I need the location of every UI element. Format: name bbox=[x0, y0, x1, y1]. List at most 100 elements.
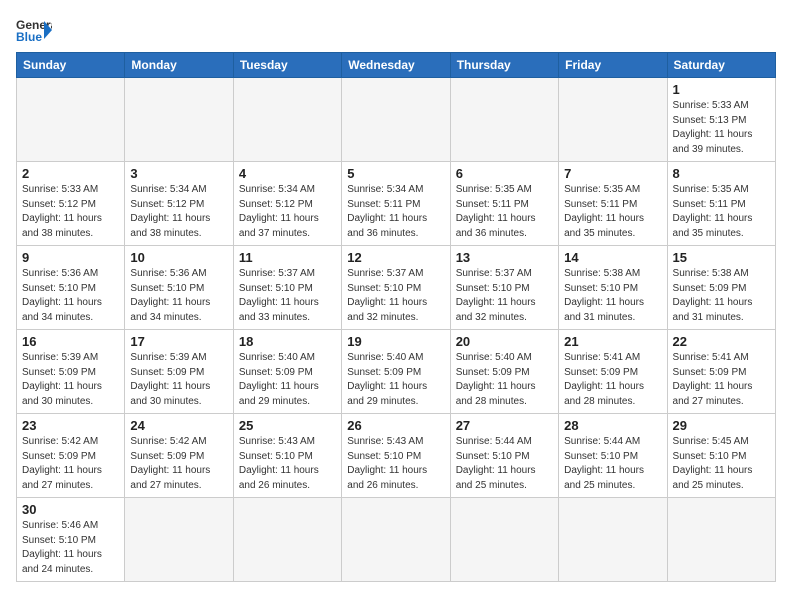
week-row-1: 2 Sunrise: 5:33 AMSunset: 5:12 PMDaylight… bbox=[17, 162, 776, 246]
calendar-cell: 11 Sunrise: 5:37 AMSunset: 5:10 PMDayligh… bbox=[233, 246, 341, 330]
day-info: Sunrise: 5:41 AMSunset: 5:09 PMDaylight:… bbox=[564, 351, 661, 409]
day-number: 3 bbox=[130, 166, 227, 181]
day-info: Sunrise: 5:39 AMSunset: 5:09 PMDaylight:… bbox=[22, 351, 119, 409]
day-info: Sunrise: 5:33 AMSunset: 5:13 PMDaylight:… bbox=[673, 99, 770, 157]
calendar-cell: 1 Sunrise: 5:33 AMSunset: 5:13 PMDaylight… bbox=[667, 78, 775, 162]
day-info: Sunrise: 5:36 AMSunset: 5:10 PMDaylight:… bbox=[22, 267, 119, 325]
calendar-cell: 29 Sunrise: 5:45 AMSunset: 5:10 PMDayligh… bbox=[667, 414, 775, 498]
week-row-5: 30 Sunrise: 5:46 AMSunset: 5:10 PMDayligh… bbox=[17, 498, 776, 582]
day-info: Sunrise: 5:38 AMSunset: 5:09 PMDaylight:… bbox=[673, 267, 770, 325]
calendar-cell: 23 Sunrise: 5:42 AMSunset: 5:09 PMDayligh… bbox=[17, 414, 125, 498]
day-number: 12 bbox=[347, 250, 444, 265]
weekday-header-row: SundayMondayTuesdayWednesdayThursdayFrid… bbox=[17, 53, 776, 78]
calendar-cell: 2 Sunrise: 5:33 AMSunset: 5:12 PMDaylight… bbox=[17, 162, 125, 246]
day-info: Sunrise: 5:37 AMSunset: 5:10 PMDaylight:… bbox=[456, 267, 553, 325]
calendar-cell bbox=[233, 78, 341, 162]
calendar-cell bbox=[559, 78, 667, 162]
calendar-cell: 28 Sunrise: 5:44 AMSunset: 5:10 PMDayligh… bbox=[559, 414, 667, 498]
day-info: Sunrise: 5:46 AMSunset: 5:10 PMDaylight:… bbox=[22, 519, 119, 577]
calendar-cell: 25 Sunrise: 5:43 AMSunset: 5:10 PMDayligh… bbox=[233, 414, 341, 498]
calendar-cell: 5Sunrise: 5:34 AMSunset: 5:11 PMDaylight… bbox=[342, 162, 450, 246]
calendar-cell: 20 Sunrise: 5:40 AMSunset: 5:09 PMDayligh… bbox=[450, 330, 558, 414]
day-info: Sunrise: 5:42 AMSunset: 5:09 PMDaylight:… bbox=[130, 435, 227, 493]
week-row-2: 9 Sunrise: 5:36 AMSunset: 5:10 PMDaylight… bbox=[17, 246, 776, 330]
page-header: General Blue bbox=[16, 16, 776, 44]
day-info: Sunrise: 5:43 AMSunset: 5:10 PMDaylight:… bbox=[347, 435, 444, 493]
calendar-cell: 8 Sunrise: 5:35 AMSunset: 5:11 PMDaylight… bbox=[667, 162, 775, 246]
day-number: 14 bbox=[564, 250, 661, 265]
weekday-wednesday: Wednesday bbox=[342, 53, 450, 78]
day-number: 27 bbox=[456, 418, 553, 433]
day-number: 11 bbox=[239, 250, 336, 265]
day-number: 1 bbox=[673, 82, 770, 97]
calendar-cell: 15 Sunrise: 5:38 AMSunset: 5:09 PMDayligh… bbox=[667, 246, 775, 330]
day-number: 4 bbox=[239, 166, 336, 181]
day-number: 13 bbox=[456, 250, 553, 265]
day-number: 5 bbox=[347, 166, 444, 181]
day-number: 29 bbox=[673, 418, 770, 433]
day-number: 25 bbox=[239, 418, 336, 433]
day-info: Sunrise: 5:34 AMSunset: 5:12 PMDaylight:… bbox=[239, 183, 336, 241]
svg-text:Blue: Blue bbox=[16, 30, 42, 44]
day-number: 20 bbox=[456, 334, 553, 349]
day-number: 2 bbox=[22, 166, 119, 181]
day-number: 30 bbox=[22, 502, 119, 517]
day-info: Sunrise: 5:44 AMSunset: 5:10 PMDaylight:… bbox=[564, 435, 661, 493]
calendar-cell: 22 Sunrise: 5:41 AMSunset: 5:09 PMDayligh… bbox=[667, 330, 775, 414]
day-number: 10 bbox=[130, 250, 227, 265]
day-info: Sunrise: 5:42 AMSunset: 5:09 PMDaylight:… bbox=[22, 435, 119, 493]
day-info: Sunrise: 5:40 AMSunset: 5:09 PMDaylight:… bbox=[456, 351, 553, 409]
calendar-cell bbox=[233, 498, 341, 582]
day-number: 22 bbox=[673, 334, 770, 349]
day-info: Sunrise: 5:37 AMSunset: 5:10 PMDaylight:… bbox=[347, 267, 444, 325]
week-row-0: 1 Sunrise: 5:33 AMSunset: 5:13 PMDaylight… bbox=[17, 78, 776, 162]
calendar-cell: 21Sunrise: 5:41 AMSunset: 5:09 PMDayligh… bbox=[559, 330, 667, 414]
logo: General Blue bbox=[16, 16, 52, 44]
calendar-cell: 7Sunrise: 5:35 AMSunset: 5:11 PMDaylight… bbox=[559, 162, 667, 246]
day-info: Sunrise: 5:44 AMSunset: 5:10 PMDaylight:… bbox=[456, 435, 553, 493]
calendar-cell: 10 Sunrise: 5:36 AMSunset: 5:10 PMDayligh… bbox=[125, 246, 233, 330]
week-row-4: 23 Sunrise: 5:42 AMSunset: 5:09 PMDayligh… bbox=[17, 414, 776, 498]
weekday-friday: Friday bbox=[559, 53, 667, 78]
day-number: 15 bbox=[673, 250, 770, 265]
day-info: Sunrise: 5:40 AMSunset: 5:09 PMDaylight:… bbox=[239, 351, 336, 409]
day-number: 23 bbox=[22, 418, 119, 433]
calendar-cell: 4 Sunrise: 5:34 AMSunset: 5:12 PMDaylight… bbox=[233, 162, 341, 246]
calendar-cell bbox=[559, 498, 667, 582]
weekday-saturday: Saturday bbox=[667, 53, 775, 78]
day-info: Sunrise: 5:35 AMSunset: 5:11 PMDaylight:… bbox=[564, 183, 661, 241]
calendar-cell: 17 Sunrise: 5:39 AMSunset: 5:09 PMDayligh… bbox=[125, 330, 233, 414]
day-info: Sunrise: 5:37 AMSunset: 5:10 PMDaylight:… bbox=[239, 267, 336, 325]
day-number: 26 bbox=[347, 418, 444, 433]
day-number: 18 bbox=[239, 334, 336, 349]
calendar-cell: 9 Sunrise: 5:36 AMSunset: 5:10 PMDaylight… bbox=[17, 246, 125, 330]
weekday-thursday: Thursday bbox=[450, 53, 558, 78]
day-info: Sunrise: 5:33 AMSunset: 5:12 PMDaylight:… bbox=[22, 183, 119, 241]
calendar-cell: 27 Sunrise: 5:44 AMSunset: 5:10 PMDayligh… bbox=[450, 414, 558, 498]
day-info: Sunrise: 5:36 AMSunset: 5:10 PMDaylight:… bbox=[130, 267, 227, 325]
calendar-cell bbox=[450, 78, 558, 162]
day-info: Sunrise: 5:35 AMSunset: 5:11 PMDaylight:… bbox=[456, 183, 553, 241]
calendar-cell: 26 Sunrise: 5:43 AMSunset: 5:10 PMDayligh… bbox=[342, 414, 450, 498]
day-info: Sunrise: 5:41 AMSunset: 5:09 PMDaylight:… bbox=[673, 351, 770, 409]
calendar-cell bbox=[342, 78, 450, 162]
calendar-cell: 16 Sunrise: 5:39 AMSunset: 5:09 PMDayligh… bbox=[17, 330, 125, 414]
day-info: Sunrise: 5:45 AMSunset: 5:10 PMDaylight:… bbox=[673, 435, 770, 493]
day-number: 8 bbox=[673, 166, 770, 181]
calendar-cell: 6 Sunrise: 5:35 AMSunset: 5:11 PMDaylight… bbox=[450, 162, 558, 246]
calendar-cell: 18 Sunrise: 5:40 AMSunset: 5:09 PMDayligh… bbox=[233, 330, 341, 414]
calendar-cell: 12 Sunrise: 5:37 AMSunset: 5:10 PMDayligh… bbox=[342, 246, 450, 330]
day-info: Sunrise: 5:35 AMSunset: 5:11 PMDaylight:… bbox=[673, 183, 770, 241]
day-info: Sunrise: 5:43 AMSunset: 5:10 PMDaylight:… bbox=[239, 435, 336, 493]
calendar-cell: 30 Sunrise: 5:46 AMSunset: 5:10 PMDayligh… bbox=[17, 498, 125, 582]
day-number: 28 bbox=[564, 418, 661, 433]
day-info: Sunrise: 5:39 AMSunset: 5:09 PMDaylight:… bbox=[130, 351, 227, 409]
calendar-cell bbox=[342, 498, 450, 582]
day-number: 16 bbox=[22, 334, 119, 349]
day-number: 6 bbox=[456, 166, 553, 181]
day-number: 9 bbox=[22, 250, 119, 265]
day-number: 19 bbox=[347, 334, 444, 349]
calendar-cell bbox=[667, 498, 775, 582]
day-number: 17 bbox=[130, 334, 227, 349]
calendar-cell bbox=[125, 498, 233, 582]
